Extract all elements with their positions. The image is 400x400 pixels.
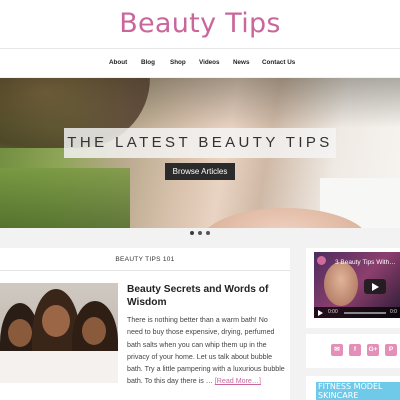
control-play-icon[interactable] (318, 310, 323, 316)
ad-banner[interactable]: FITNESS MODEL SKINCARE (316, 382, 400, 400)
pinterest-icon[interactable]: P (385, 344, 397, 356)
slider-dot-2[interactable] (198, 231, 202, 235)
site-header: Beauty Tips (0, 0, 400, 48)
article-excerpt: There is nothing better than a warm bath… (127, 314, 285, 388)
nav-item-shop[interactable]: Shop (170, 49, 186, 77)
thumb-face-1 (8, 319, 32, 347)
nav-item-blog[interactable]: Blog (141, 49, 155, 77)
video-time-current: 0:00 (328, 309, 338, 315)
video-thumbnail-face (324, 262, 358, 306)
channel-avatar[interactable] (317, 256, 326, 265)
nav-item-contact-us[interactable]: Contact Us (262, 49, 295, 77)
ad-text: FITNESS MODEL SKINCARE (318, 382, 383, 400)
video-progress-track[interactable] (344, 312, 386, 314)
video-time-end: 0:0 (390, 309, 397, 315)
thumb-shirts (0, 351, 118, 383)
slider-dots (190, 231, 210, 237)
video-title[interactable]: 3 Beauty Tips With… (335, 259, 396, 266)
email-icon[interactable]: ✉ (331, 344, 343, 356)
google-plus-icon[interactable]: G+ (367, 344, 379, 356)
section-label: BEAUTY TIPS 101 (115, 256, 175, 263)
site-title[interactable]: Beauty Tips (0, 0, 400, 48)
slider-dot-3[interactable] (206, 231, 210, 235)
video-player[interactable]: 3 Beauty Tips With… 0:00 0:0 (314, 252, 400, 318)
article-excerpt-text: There is nothing better than a warm bath… (127, 316, 285, 386)
section-divider (0, 270, 290, 271)
hero-banner-title: THE LATEST BEAUTY TIPS (64, 128, 336, 158)
main-nav: About Blog Shop Videos News Contact Us (0, 49, 400, 77)
nav-item-videos[interactable]: Videos (199, 49, 220, 77)
nav-item-about[interactable]: About (109, 49, 127, 77)
nav-item-news[interactable]: News (233, 49, 249, 77)
thumb-face-2 (42, 305, 70, 337)
browse-articles-button[interactable]: Browse Articles (165, 163, 235, 180)
slider-dot-1[interactable] (190, 231, 194, 235)
play-button-icon[interactable] (364, 279, 386, 294)
article-title[interactable]: Beauty Secrets and Words of Wisdom (127, 283, 282, 309)
hero-image-grass (0, 168, 130, 228)
video-controls: 0:00 0:0 (314, 307, 400, 318)
article-thumbnail[interactable] (0, 283, 118, 383)
thumb-face-3 (82, 317, 106, 345)
facebook-icon[interactable]: f (349, 344, 361, 356)
read-more-link[interactable]: [Read More…] (215, 377, 261, 385)
